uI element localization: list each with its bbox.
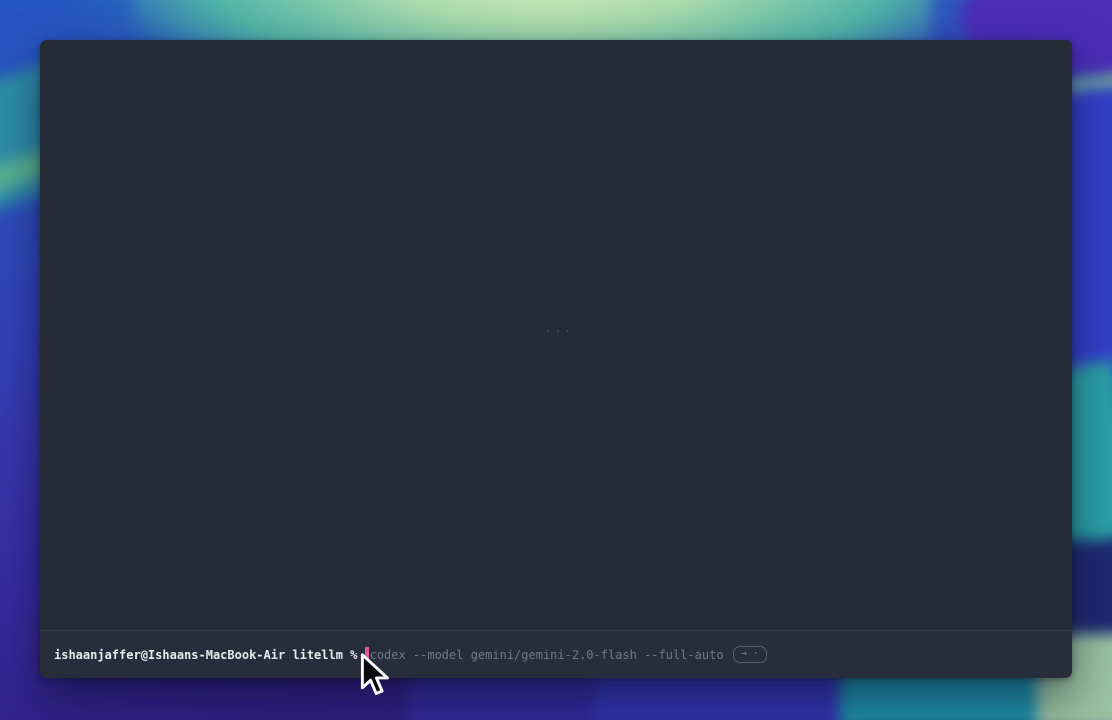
- prompt-directory: litellm: [292, 647, 343, 663]
- terminal-prompt-bar[interactable]: ishaanjaffer@Ishaans-MacBook-Air litellm%…: [40, 630, 1072, 678]
- prompt-symbol: %: [350, 647, 357, 663]
- right-arrow-icon: → ·: [741, 648, 759, 660]
- mouse-cursor-icon: [358, 653, 390, 697]
- prompt-user-host: ishaanjaffer@Ishaans-MacBook-Air: [54, 647, 285, 663]
- command-autosuggestion: codex --model gemini/gemini-2.0-flash --…: [370, 647, 724, 663]
- desktop: ... ishaanjaffer@Ishaans-MacBook-Air lite…: [0, 0, 1112, 720]
- terminal-window[interactable]: ... ishaanjaffer@Ishaans-MacBook-Air lite…: [40, 40, 1072, 678]
- accept-suggestion-key-hint[interactable]: → ·: [733, 646, 767, 663]
- terminal-output-area: ...: [40, 40, 1072, 630]
- terminal-prompt-line[interactable]: ishaanjaffer@Ishaans-MacBook-Air litellm%…: [54, 646, 767, 663]
- terminal-loading-ellipsis: ...: [545, 322, 574, 335]
